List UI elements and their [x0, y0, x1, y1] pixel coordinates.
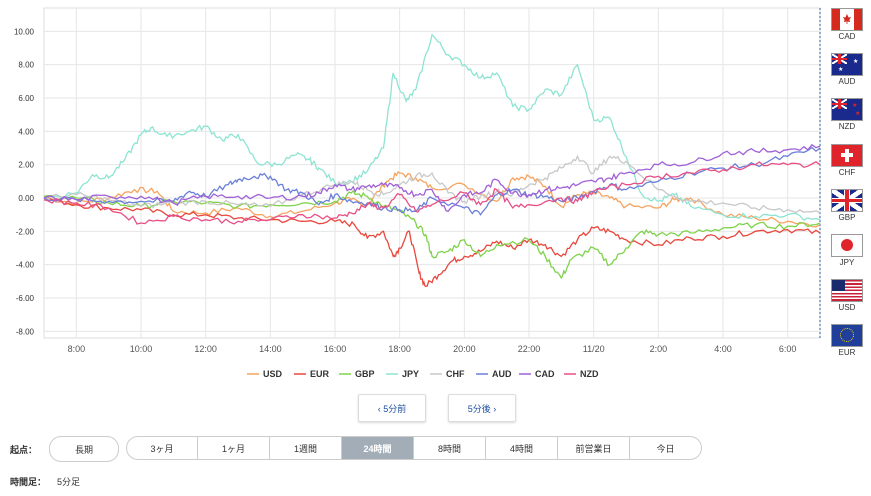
y-tick-label: 2.00 [18, 161, 34, 170]
range-8-hours[interactable]: 8時間 [414, 436, 486, 460]
flag-label: CHF [838, 168, 856, 177]
range-prev-business-day[interactable]: 前営業日 [558, 436, 630, 460]
currency-strength-chart: 8:00 10:00 12:00 14:00 16:00 18:00 20:00 22:00 1… [14, 7, 821, 379]
x-tick-label: 6:00 [779, 344, 797, 354]
flag-eur[interactable]: EUR [831, 324, 863, 357]
timeframe-value: 5分足 [57, 477, 81, 487]
x-tick-label: 18:00 [388, 344, 411, 354]
flag-label: NZD [838, 122, 856, 131]
flag-nzd[interactable]: ★ ★ NZD [831, 98, 863, 131]
y-tick-label: 4.00 [18, 127, 34, 136]
x-tick-label: 14:00 [259, 344, 282, 354]
legend-item: AUD [492, 369, 512, 379]
flag-label: GBP [838, 213, 856, 222]
australia-flag-icon: ★ ★ [831, 53, 863, 76]
long-term-button[interactable]: 長期 [49, 436, 119, 462]
eu-flag-icon [831, 324, 863, 347]
y-tick-label: 0.00 [18, 194, 34, 203]
flag-usd[interactable]: USD [831, 279, 863, 312]
x-tick-label: 12:00 [194, 344, 217, 354]
x-tick-label: 22:00 [518, 344, 541, 354]
x-tick-label: 16:00 [324, 344, 347, 354]
flag-gbp[interactable]: GBP [831, 189, 863, 222]
y-tick-label: -6.00 [16, 294, 35, 303]
timeframe-label: 時間足： [10, 477, 47, 487]
flag-aud[interactable]: ★ ★ AUD [831, 53, 863, 86]
flag-cad[interactable]: CAD [831, 8, 863, 41]
flag-label: EUR [838, 348, 856, 357]
x-tick-label: 2:00 [650, 344, 668, 354]
range-1-month[interactable]: 1ヶ月 [198, 436, 270, 460]
range-3-months[interactable]: 3ヶ月 [126, 436, 198, 460]
y-tick-label: 10.00 [14, 27, 35, 36]
range-today[interactable]: 今日 [630, 436, 702, 460]
flag-chf[interactable]: CHF [831, 144, 863, 177]
usa-flag-icon [831, 279, 863, 302]
range-4-hours[interactable]: 4時間 [486, 436, 558, 460]
japan-flag-icon [831, 234, 863, 257]
x-tick-label: 10:00 [130, 344, 153, 354]
y-tick-label: -2.00 [16, 227, 35, 236]
flag-label: JPY [839, 258, 855, 267]
x-tick-label: 8:00 [68, 344, 86, 354]
flag-label: AUD [838, 77, 856, 86]
y-tick-label: 6.00 [18, 94, 34, 103]
canada-flag-icon [831, 8, 863, 31]
range-1-week[interactable]: 1週間 [270, 436, 342, 460]
legend-item: GBP [355, 369, 375, 379]
legend-item: CAD [535, 369, 555, 379]
x-tick-label: 11/20 [583, 344, 605, 354]
flag-label: USD [838, 303, 856, 312]
y-tick-label: 8.00 [18, 61, 34, 70]
y-tick-label: -4.00 [16, 261, 35, 270]
legend-item: NZD [580, 369, 599, 379]
y-tick-label: -8.00 [16, 327, 35, 336]
prev-5min-button[interactable]: ‹ 5分前 [358, 394, 426, 422]
new-zealand-flag-icon: ★ ★ [831, 98, 863, 121]
x-tick-label: 4:00 [714, 344, 732, 354]
start-point-label: 起点： [10, 445, 38, 455]
legend-item: JPY [402, 369, 419, 379]
switzerland-flag-icon [831, 144, 863, 167]
flag-label: CAD [838, 32, 856, 41]
legend-item: USD [263, 369, 283, 379]
x-tick-label: 20:00 [453, 344, 476, 354]
flag-jpy[interactable]: JPY [831, 234, 863, 267]
next-5min-button[interactable]: 5分後 › [448, 394, 516, 422]
uk-flag-icon [831, 189, 863, 212]
legend-item: EUR [310, 369, 330, 379]
chart-area: 8:00 10:00 12:00 14:00 16:00 18:00 20:00 22:00 1… [0, 0, 871, 390]
legend-item: CHF [446, 369, 465, 379]
range-24-hours[interactable]: 24時間 [342, 436, 414, 460]
